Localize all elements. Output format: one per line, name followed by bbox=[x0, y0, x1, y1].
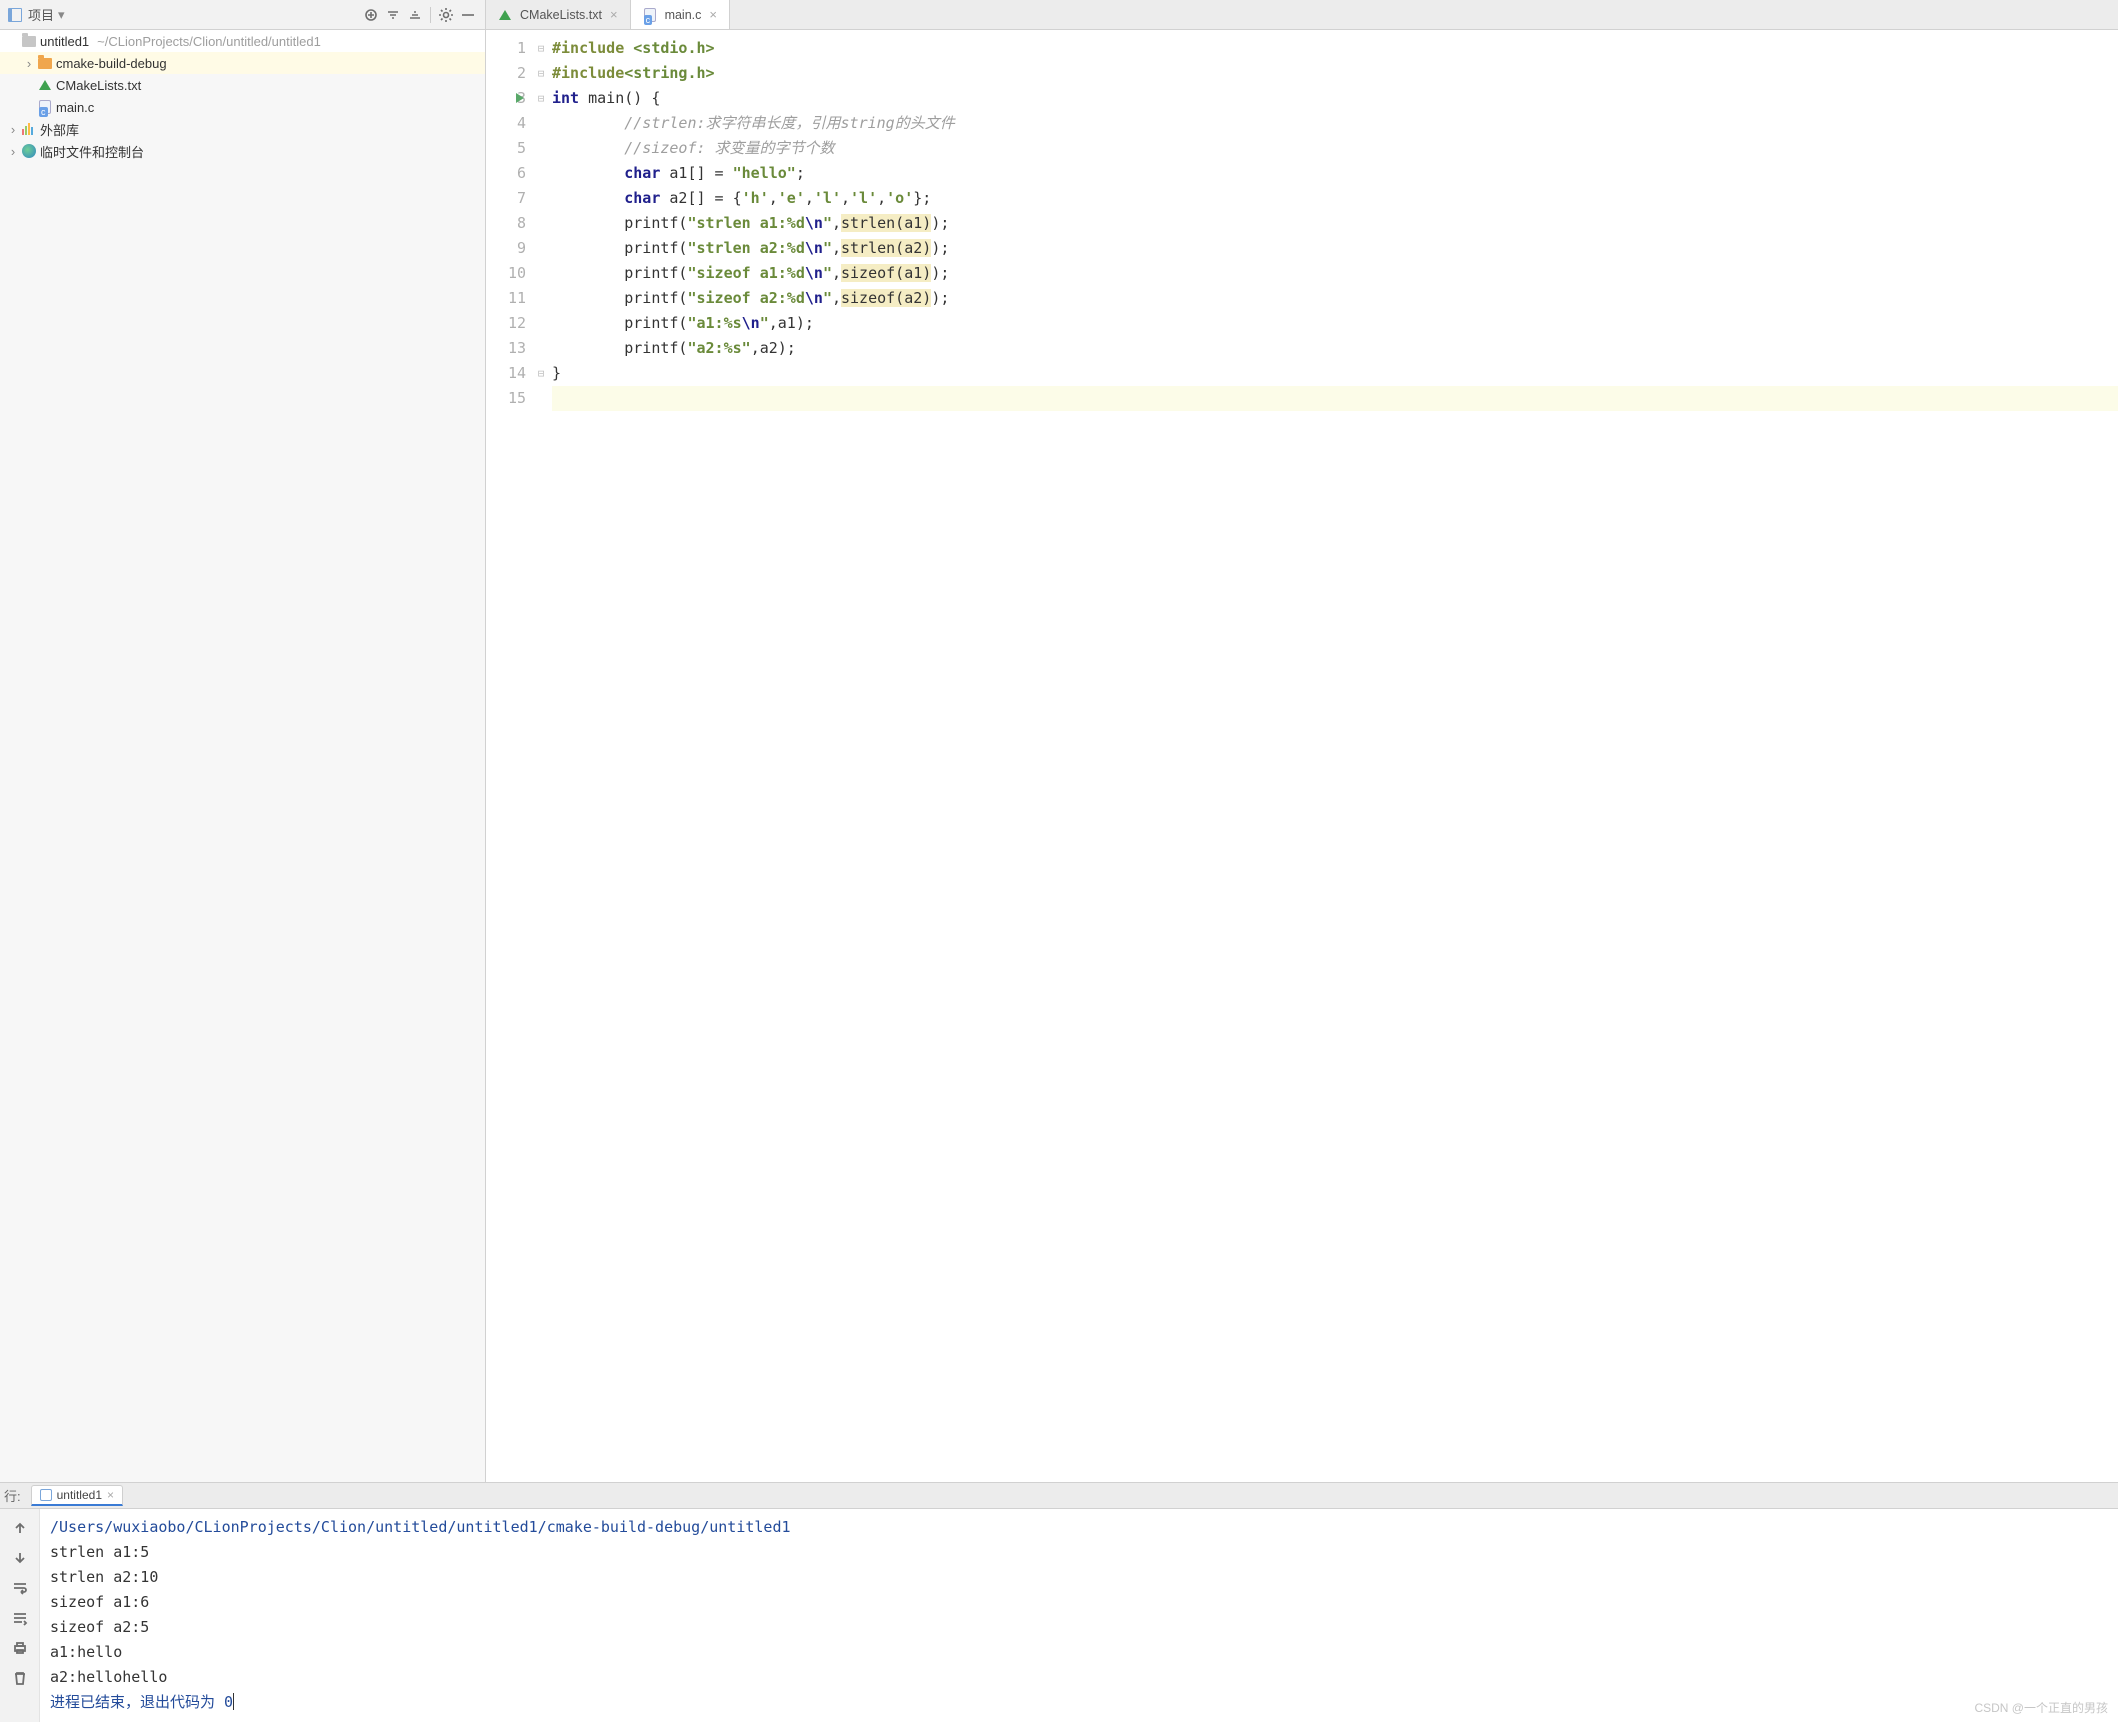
run-config-icon bbox=[40, 1489, 52, 1501]
c-file-icon bbox=[641, 8, 659, 22]
chevron-right-icon[interactable]: › bbox=[6, 122, 20, 137]
tree-root[interactable]: untitled1 ~/CLionProjects/Clion/untitled… bbox=[0, 30, 485, 52]
editor-tabs: CMakeLists.txt × main.c × bbox=[486, 0, 2118, 30]
tree-external-libs[interactable]: › 外部库 bbox=[0, 118, 485, 140]
tree-scratches[interactable]: › 临时文件和控制台 bbox=[0, 140, 485, 162]
fold-column[interactable]: ⊟⊟⊟⊟ bbox=[534, 30, 548, 1482]
tree-item-main-c[interactable]: main.c bbox=[0, 96, 485, 118]
tree-item-label: cmake-build-debug bbox=[56, 56, 167, 71]
sidebar-dropdown-icon[interactable]: ▾ bbox=[58, 7, 65, 23]
sidebar-title[interactable]: 项目 bbox=[28, 5, 54, 24]
folder-icon bbox=[36, 58, 54, 69]
close-icon[interactable]: × bbox=[608, 7, 620, 22]
tree-item-label: 临时文件和控制台 bbox=[40, 142, 144, 161]
project-sidebar: 项目 ▾ untitled1 ~/CLionProjects/Clion/unt… bbox=[0, 0, 486, 1482]
separator bbox=[430, 7, 431, 23]
close-icon[interactable]: × bbox=[107, 1488, 114, 1502]
tree-item-cmake-build-debug[interactable]: › cmake-build-debug bbox=[0, 52, 485, 74]
editor-area: CMakeLists.txt × main.c × 12345678910111… bbox=[486, 0, 2118, 1482]
line-numbers: 123456789101112131415 bbox=[486, 30, 534, 1482]
code-content[interactable]: #include <stdio.h>#include<string.h>int … bbox=[548, 30, 2118, 1482]
run-label: 行: bbox=[4, 1486, 21, 1505]
print-icon[interactable] bbox=[7, 1635, 33, 1661]
run-tab-label: untitled1 bbox=[57, 1488, 102, 1502]
scroll-down-icon[interactable] bbox=[7, 1545, 33, 1571]
run-toolbar bbox=[0, 1509, 40, 1722]
tree-item-label: main.c bbox=[56, 100, 94, 115]
cmake-file-icon bbox=[36, 80, 54, 90]
soft-wrap-icon[interactable] bbox=[7, 1575, 33, 1601]
settings-icon[interactable] bbox=[435, 4, 457, 26]
chevron-right-icon[interactable]: › bbox=[6, 144, 20, 159]
tree-item-cmakelists[interactable]: CMakeLists.txt bbox=[0, 74, 485, 96]
hide-icon[interactable] bbox=[457, 4, 479, 26]
chevron-right-icon[interactable]: › bbox=[22, 56, 36, 71]
run-panel: 行: untitled1 × /Users/wuxiaobo/CLionProj… bbox=[0, 1482, 2118, 1722]
tree-item-label: CMakeLists.txt bbox=[56, 78, 141, 93]
code-editor[interactable]: 123456789101112131415 ⊟⊟⊟⊟ #include <std… bbox=[486, 30, 2118, 1482]
project-tree[interactable]: untitled1 ~/CLionProjects/Clion/untitled… bbox=[0, 30, 485, 1482]
tab-label: main.c bbox=[665, 8, 702, 22]
tab-label: CMakeLists.txt bbox=[520, 8, 602, 22]
library-icon bbox=[20, 123, 38, 135]
tree-item-label: 外部库 bbox=[40, 120, 79, 139]
select-opened-file-icon[interactable] bbox=[360, 4, 382, 26]
run-tab[interactable]: untitled1 × bbox=[31, 1485, 123, 1506]
project-pane-icon bbox=[8, 8, 22, 22]
scratch-icon bbox=[20, 144, 38, 158]
folder-icon bbox=[20, 36, 38, 47]
collapse-all-icon[interactable] bbox=[404, 4, 426, 26]
scroll-to-end-icon[interactable] bbox=[7, 1605, 33, 1631]
trash-icon[interactable] bbox=[7, 1665, 33, 1691]
tab-cmakelists[interactable]: CMakeLists.txt × bbox=[486, 0, 631, 29]
tree-root-path: ~/CLionProjects/Clion/untitled/untitled1 bbox=[97, 34, 321, 49]
console-output[interactable]: /Users/wuxiaobo/CLionProjects/Clion/unti… bbox=[40, 1509, 2118, 1722]
run-panel-tabs: 行: untitled1 × bbox=[0, 1483, 2118, 1509]
c-file-icon bbox=[36, 100, 54, 114]
sidebar-header: 项目 ▾ bbox=[0, 0, 485, 30]
tab-main-c[interactable]: main.c × bbox=[631, 0, 730, 29]
scroll-up-icon[interactable] bbox=[7, 1515, 33, 1541]
cmake-file-icon bbox=[496, 10, 514, 20]
expand-all-icon[interactable] bbox=[382, 4, 404, 26]
tree-root-label: untitled1 bbox=[40, 34, 89, 49]
close-icon[interactable]: × bbox=[707, 7, 719, 22]
watermark: CSDN @一个正直的男孩 bbox=[1974, 1699, 2108, 1716]
